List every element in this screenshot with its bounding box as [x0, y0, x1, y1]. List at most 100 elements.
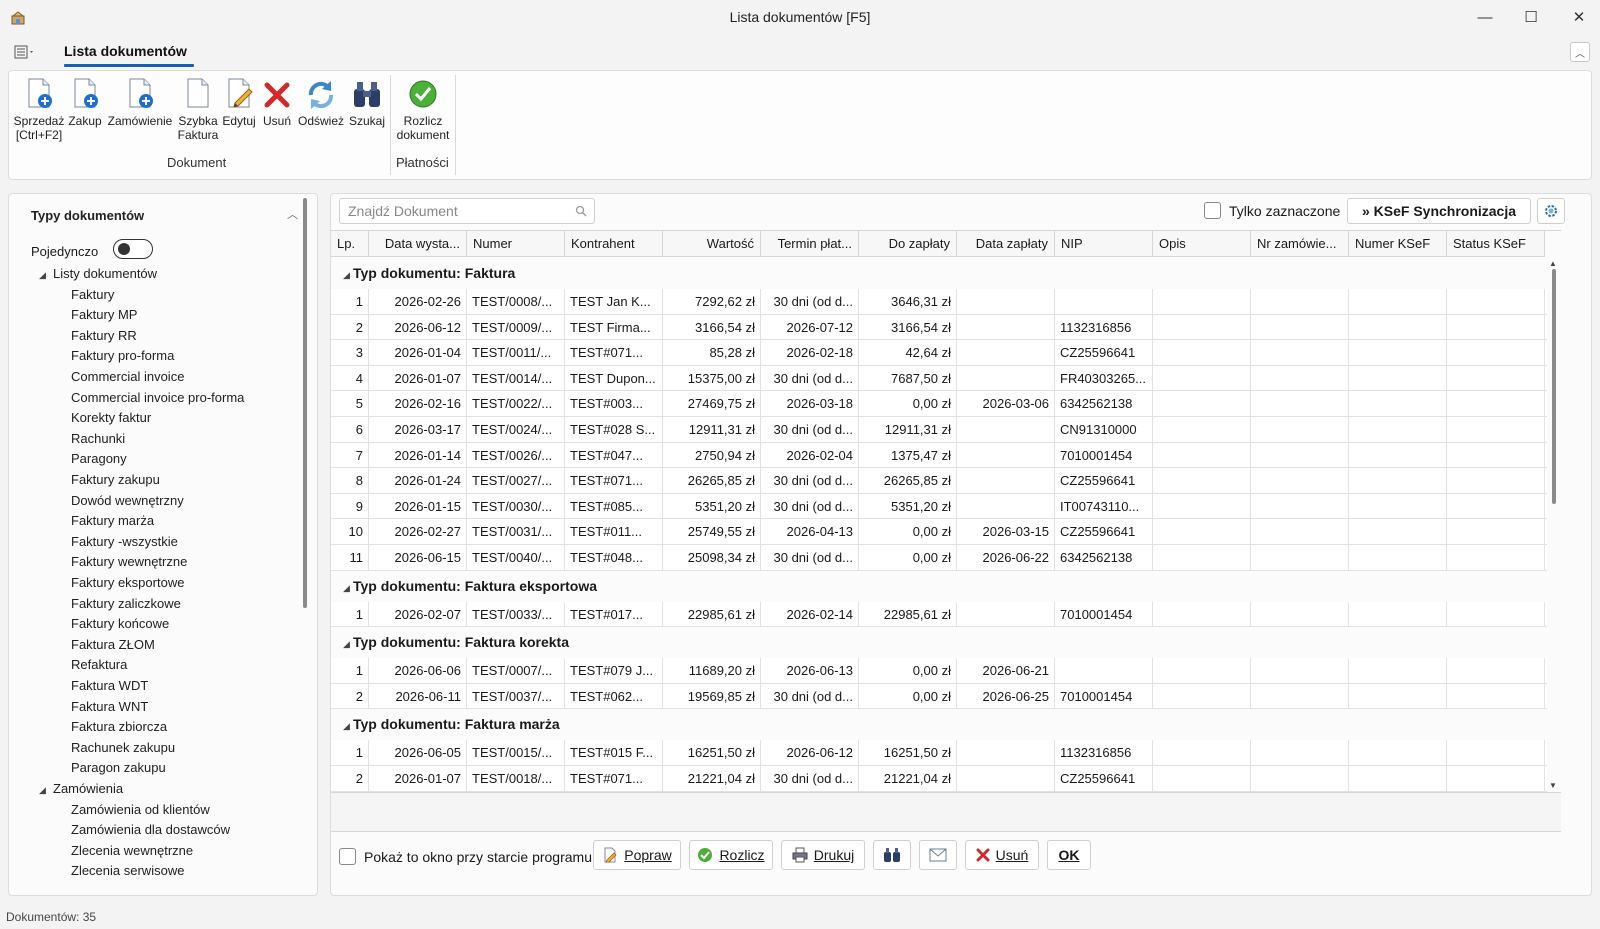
table-row[interactable]: 2 2026-06-12 TEST/0009/... TEST Firma... 316…	[331, 314, 1547, 341]
delete-button[interactable]: Usuń	[261, 77, 293, 128]
column-header[interactable]: Data zapłaty	[957, 231, 1055, 257]
table-row[interactable]: 4 2026-01-07 TEST/0014/... TEST Dupon... 153…	[331, 365, 1547, 392]
tree-item[interactable]: Zamówienia dla dostawców	[71, 822, 230, 842]
chevron-up-icon[interactable]: ︿	[287, 206, 298, 222]
minimize-button[interactable]: —	[1462, 0, 1508, 34]
tree-item[interactable]: Dowód wewnętrzny	[71, 493, 184, 513]
group-row[interactable]: ◢ Typ dokumentu: Faktura eksportowa	[331, 571, 1561, 602]
email-button[interactable]	[919, 840, 957, 870]
collapse-group-icon[interactable]: ◢	[331, 260, 353, 291]
tree-folder[interactable]: ◢ Zamówienia	[39, 781, 123, 801]
tree-item[interactable]: Faktura WNT	[71, 699, 148, 719]
scroll-down-icon[interactable]: ▼	[1549, 781, 1557, 790]
panel-scrollbar[interactable]	[303, 198, 307, 608]
correct-button[interactable]: Popraw	[593, 840, 681, 870]
table-row[interactable]: 2 2026-06-11 TEST/0037/... TEST#062... 19569…	[331, 683, 1547, 710]
group-row[interactable]: ◢ Typ dokumentu: Faktura marża	[331, 709, 1561, 740]
collapse-ribbon-button[interactable]: ︿	[1570, 42, 1590, 62]
search-input[interactable]	[340, 199, 560, 223]
table-row[interactable]: 1 2026-06-05 TEST/0015/... TEST#015 F... 162…	[331, 740, 1547, 766]
new-sale-button[interactable]: Sprzedaż [Ctrl+F2]	[13, 77, 65, 142]
grid-scrollbar[interactable]: ▲ ▼	[1549, 259, 1559, 792]
single-mode-toggle[interactable]	[113, 239, 153, 259]
ksef-settings-button[interactable]	[1537, 198, 1565, 224]
table-row[interactable]: 8 2026-01-24 TEST/0027/... TEST#071... 26265…	[331, 468, 1547, 494]
find-button[interactable]	[873, 840, 911, 870]
tree-item[interactable]: Zamówienia od klientów	[71, 802, 210, 822]
tree-item[interactable]: Korekty faktur	[71, 410, 151, 430]
collapse-group-icon[interactable]: ◢	[331, 629, 353, 660]
scroll-up-icon[interactable]: ▲	[1549, 259, 1557, 268]
ksef-sync-button[interactable]: » KSeF Synchronizacja	[1347, 198, 1531, 224]
column-header[interactable]: Nr zamówie...	[1251, 231, 1349, 257]
scroll-thumb[interactable]	[1552, 269, 1556, 504]
tree-item[interactable]: Faktury -wszystkie	[71, 534, 178, 554]
only-marked-checkbox[interactable]	[1204, 202, 1221, 219]
column-header[interactable]: Wartość	[663, 231, 761, 257]
table-row[interactable]: 3 2026-01-04 TEST/0011/... TEST#071... 85,28…	[331, 340, 1547, 366]
column-header[interactable]: Do zapłaty	[859, 231, 957, 257]
new-purchase-button[interactable]: Zakup	[67, 77, 103, 128]
tab-lista-dokumentow[interactable]: Lista dokumentów	[64, 43, 187, 59]
tree-folder[interactable]: ◢ Listy dokumentów	[39, 266, 157, 286]
settle-button[interactable]: Rozlicz	[689, 840, 773, 870]
column-header[interactable]: Status KSeF	[1447, 231, 1545, 257]
table-row[interactable]: 1 2026-02-07 TEST/0033/... TEST#017... 22985…	[331, 601, 1547, 628]
tree-item[interactable]: Faktury zaliczkowe	[71, 596, 181, 616]
print-button[interactable]: Drukuj	[781, 840, 865, 870]
expand-triangle-icon[interactable]: ◢	[39, 785, 53, 796]
new-order-button[interactable]: Zamówienie	[107, 77, 173, 128]
collapse-group-icon[interactable]: ◢	[331, 573, 353, 604]
show-on-start-checkbox[interactable]	[339, 848, 356, 865]
tree-item[interactable]: Zlecenia serwisowe	[71, 863, 184, 883]
search-button[interactable]: Szukaj	[347, 77, 387, 128]
column-header[interactable]: Termin płat...	[761, 231, 859, 257]
edit-button[interactable]: Edytuj	[221, 77, 257, 128]
quick-invoice-button[interactable]: Szybka Faktura	[177, 77, 219, 142]
settle-document-button[interactable]: Rozlicz dokument	[393, 77, 453, 142]
refresh-button[interactable]: Odśwież	[297, 77, 345, 128]
close-button[interactable]: ✕	[1556, 0, 1600, 34]
column-header[interactable]: Opis	[1153, 231, 1251, 257]
column-header[interactable]: NIP	[1055, 231, 1153, 257]
table-row[interactable]: 1 2026-06-06 TEST/0007/... TEST#079 J... 116…	[331, 658, 1547, 684]
tree-item[interactable]: Faktury zakupu	[71, 472, 160, 492]
tree-item[interactable]: Paragony	[71, 451, 127, 471]
table-row[interactable]: 9 2026-01-15 TEST/0030/... TEST#085... 5351,…	[331, 493, 1547, 520]
table-row[interactable]: 5 2026-02-16 TEST/0022/... TEST#003... 27469…	[331, 391, 1547, 417]
expand-triangle-icon[interactable]: ◢	[39, 270, 53, 281]
group-row[interactable]: ◢ Typ dokumentu: Faktura korekta	[331, 627, 1561, 658]
tree-item[interactable]: Rachunki	[71, 431, 125, 451]
ok-button[interactable]: OK	[1047, 840, 1091, 870]
tree-item[interactable]: Faktury	[71, 287, 114, 307]
tree-item[interactable]: Faktury RR	[71, 328, 137, 348]
column-header[interactable]: Numer KSeF	[1349, 231, 1447, 257]
tree-item[interactable]: Faktury wewnętrzne	[71, 554, 187, 574]
column-header[interactable]: Lp.	[331, 231, 369, 257]
tree-item[interactable]: Faktury końcowe	[71, 616, 169, 636]
tree-item[interactable]: Faktury pro-forma	[71, 348, 174, 368]
tree-item[interactable]: Paragon zakupu	[71, 760, 166, 780]
tree-item[interactable]: Faktury marża	[71, 513, 154, 533]
group-row[interactable]: ◢ Typ dokumentu: Faktura	[331, 258, 1561, 289]
tree-item[interactable]: Faktura ZŁOM	[71, 637, 155, 657]
table-row[interactable]: 1 2026-02-26 TEST/0008/... TEST Jan K... 729…	[331, 289, 1547, 315]
delete-document-button[interactable]: Usuń	[965, 840, 1039, 870]
tree-item[interactable]: Commercial invoice pro-forma	[71, 390, 244, 410]
column-header[interactable]: Numer	[467, 231, 565, 257]
tree-item[interactable]: Faktury MP	[71, 307, 137, 327]
table-row[interactable]: 10 2026-02-27 TEST/0031/... TEST#011... 2574…	[331, 519, 1547, 545]
table-row[interactable]: 6 2026-03-17 TEST/0024/... TEST#028 S... 129…	[331, 417, 1547, 443]
tree-item[interactable]: Rachunek zakupu	[71, 740, 175, 760]
tree-item[interactable]: Zlecenia wewnętrzne	[71, 843, 193, 863]
table-row[interactable]: 7 2026-01-14 TEST/0026/... TEST#047... 2750,…	[331, 442, 1547, 469]
quick-access-menu-icon[interactable]	[14, 44, 36, 60]
table-row[interactable]: 11 2026-06-15 TEST/0040/... TEST#048... 2509…	[331, 545, 1547, 571]
tree-item[interactable]: Faktura WDT	[71, 678, 148, 698]
maximize-button[interactable]: ☐	[1508, 0, 1554, 34]
tree-item[interactable]: Refaktura	[71, 657, 127, 677]
tree-item[interactable]: Faktury eksportowe	[71, 575, 184, 595]
column-header[interactable]: Kontrahent	[565, 231, 663, 257]
table-row[interactable]: 2 2026-01-07 TEST/0018/... TEST#071... 21221…	[331, 766, 1547, 792]
collapse-group-icon[interactable]: ◢	[331, 711, 353, 742]
